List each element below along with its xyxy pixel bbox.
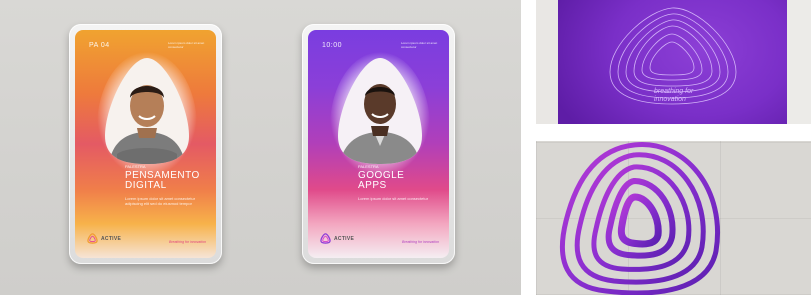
- shirt-logo-rings-icon: [609, 7, 737, 105]
- card-title-line2: DIGITAL: [125, 180, 167, 191]
- card-tiny-info: Lorem ipsum dolor sit amet consectetur: [401, 41, 438, 49]
- portrait-man-1: [105, 58, 189, 164]
- brand-logo: ACTIVE: [87, 233, 121, 244]
- shirt-tagline-line2: innovation: [654, 96, 686, 103]
- card-section: PALESTRA: [125, 164, 146, 169]
- card-tiny-info: Lorem ipsum dolor sit amet consectetur: [168, 41, 205, 49]
- card-description: Lorem ipsum dolor sit amet consectetur: [358, 196, 429, 201]
- wall-sculpture-mockup: [536, 141, 811, 295]
- panel-screen: 10:00 Lorem ipsum dolor sit amet consect…: [308, 30, 449, 258]
- display-panel-orange: PA 04 Lorem ipsum dolor sit amet consect…: [69, 24, 222, 264]
- brand-name: ACTIVE: [334, 235, 355, 242]
- brand-presentation: PA 04 Lorem ipsum dolor sit amet consect…: [0, 0, 811, 295]
- card-section: PALESTRA: [358, 164, 379, 169]
- panel-screen: PA 04 Lorem ipsum dolor sit amet consect…: [75, 30, 216, 258]
- wall-mockup: PA 04 Lorem ipsum dolor sit amet consect…: [0, 0, 521, 295]
- active-logo-icon: [320, 233, 331, 244]
- shirt-tagline-line1: breathing for: [654, 88, 694, 95]
- brand-logo: ACTIVE: [320, 233, 354, 244]
- card-tagline: Breathing for innovation: [169, 240, 206, 244]
- card-code: 10:00: [322, 42, 343, 49]
- display-panel-purple: 10:00 Lorem ipsum dolor sit amet consect…: [302, 24, 455, 264]
- card-description: Lorem ipsum dolor sit amet consectetur a…: [125, 196, 196, 206]
- active-logo-icon: [87, 233, 98, 244]
- logo-rings-sculpture-icon: [559, 142, 720, 295]
- brand-name: ACTIVE: [101, 235, 122, 242]
- card-title-line2: APPS: [358, 180, 387, 191]
- card-tagline: Breathing for innovation: [402, 240, 439, 244]
- tshirt-mockup: breathing for innovation: [536, 0, 811, 124]
- card-code: PA 04: [89, 42, 110, 49]
- portrait-man-2: [338, 58, 422, 164]
- shirt-tagline: breathing for innovation: [654, 88, 693, 104]
